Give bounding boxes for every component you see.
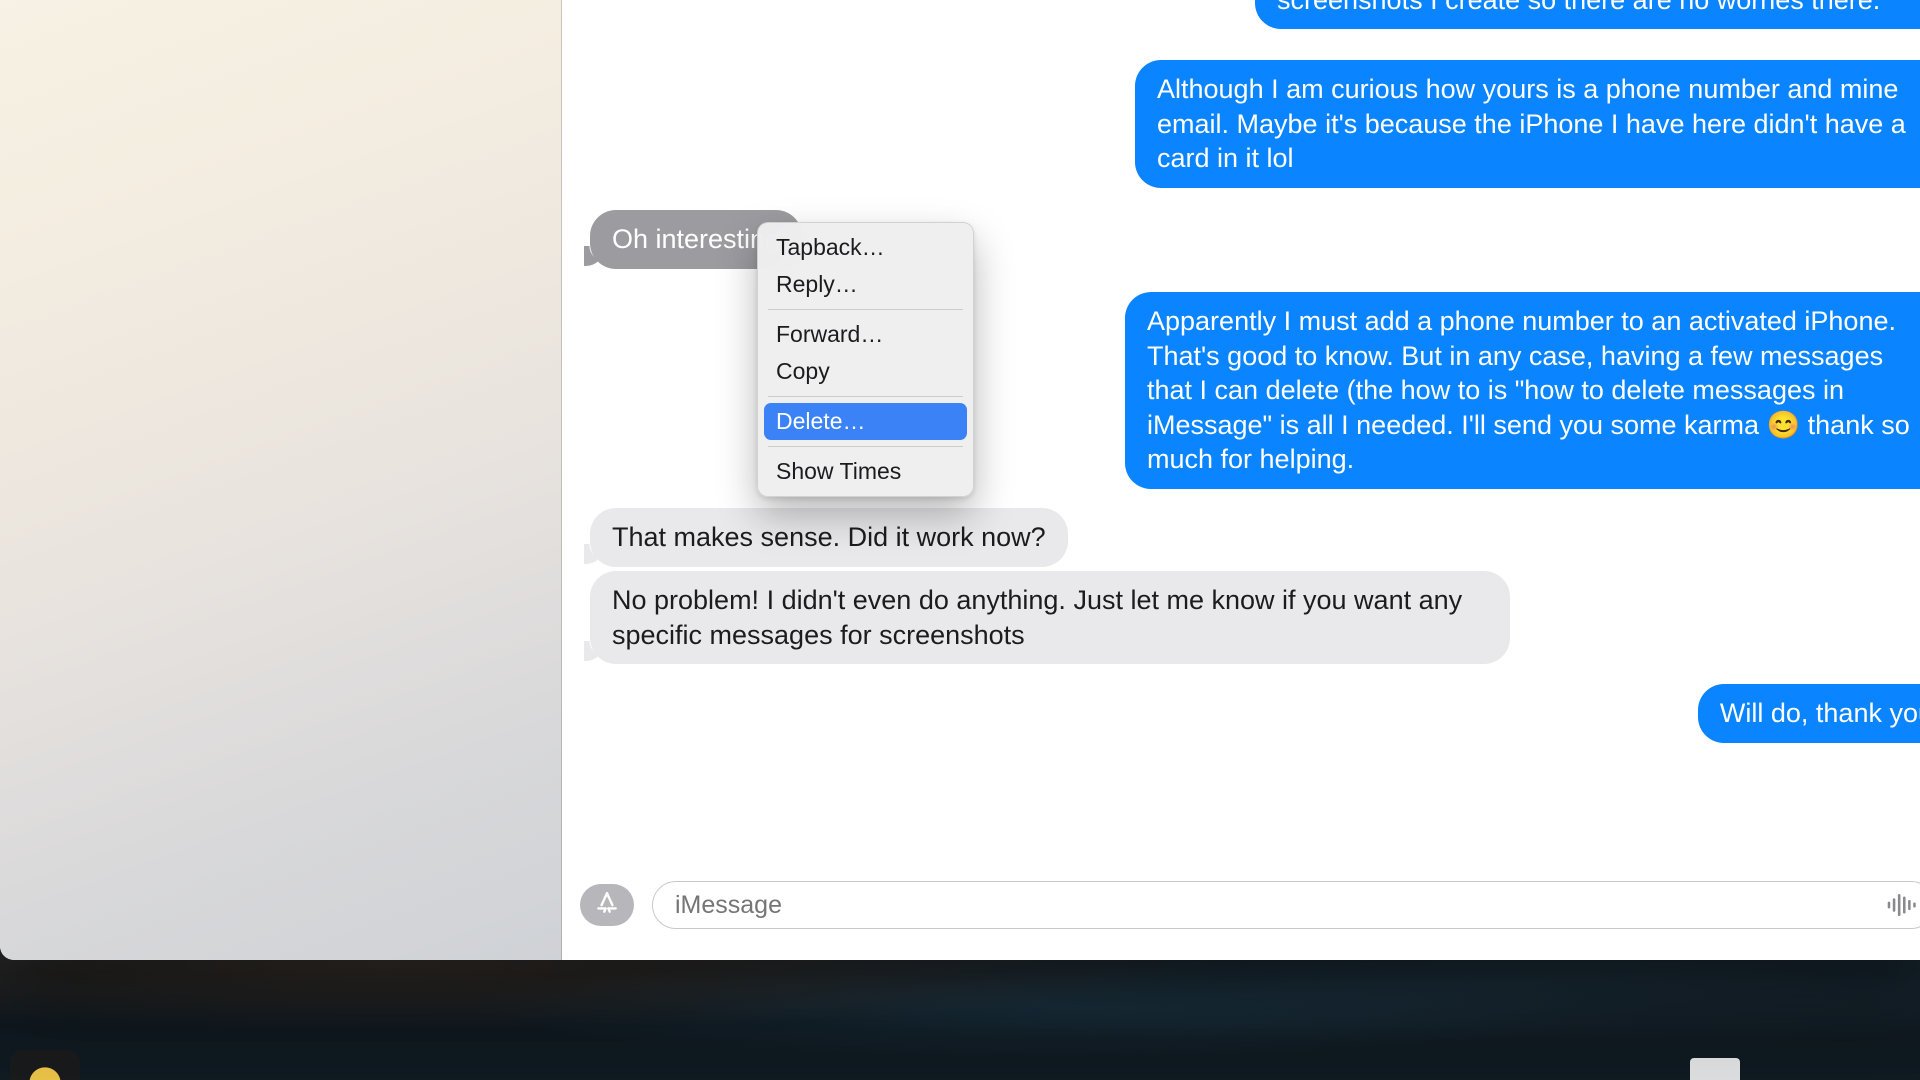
menu-tapback[interactable]: Tapback… [764,229,967,266]
message-text: Apparently I must add a phone number to … [1147,306,1910,474]
message-text: Although I am curious how yours is a pho… [1157,74,1906,173]
context-menu: Tapback… Reply… Forward… Copy Delete… Sh… [757,222,974,497]
chat-pane: Yes, I will be sure to edit out any pers… [562,0,1920,960]
message-sent[interactable]: Although I am curious how yours is a pho… [1135,60,1920,188]
dock-app-peek-left [10,1050,80,1080]
message-sent[interactable]: Apparently I must add a phone number to … [1125,292,1920,489]
message-text: Oh interesting [612,224,780,254]
menu-reply[interactable]: Reply… [764,266,967,303]
menu-separator [768,309,963,310]
menu-separator [768,396,963,397]
menu-show-times[interactable]: Show Times [764,453,967,490]
menu-copy[interactable]: Copy [764,353,967,390]
message-text: That makes sense. Did it work now? [612,522,1046,552]
message-text: No problem! I didn't even do anything. J… [612,585,1462,650]
messages-window: Yes, I will be sure to edit out any pers… [0,0,1920,960]
message-text: Will do, thank you [1720,698,1920,728]
menu-delete[interactable]: Delete… [764,403,967,440]
audio-record-icon[interactable] [1886,890,1920,920]
message-sent[interactable]: Yes, I will be sure to edit out any pers… [1255,0,1920,29]
menu-separator [768,446,963,447]
compose-row [580,878,1920,932]
dock-app-peek [1690,1058,1740,1080]
message-received[interactable]: That makes sense. Did it work now? [590,508,1068,567]
message-received[interactable]: No problem! I didn't even do anything. J… [590,571,1510,664]
menu-forward[interactable]: Forward… [764,316,967,353]
message-input-wrap[interactable] [652,881,1920,929]
message-input[interactable] [675,891,1886,920]
message-text: Yes, I will be sure to edit out any pers… [1277,0,1888,15]
conversation-sidebar[interactable] [0,0,562,960]
message-sent[interactable]: Will do, thank you [1698,684,1920,743]
appstore-icon [594,890,620,921]
apps-button[interactable] [580,884,634,926]
